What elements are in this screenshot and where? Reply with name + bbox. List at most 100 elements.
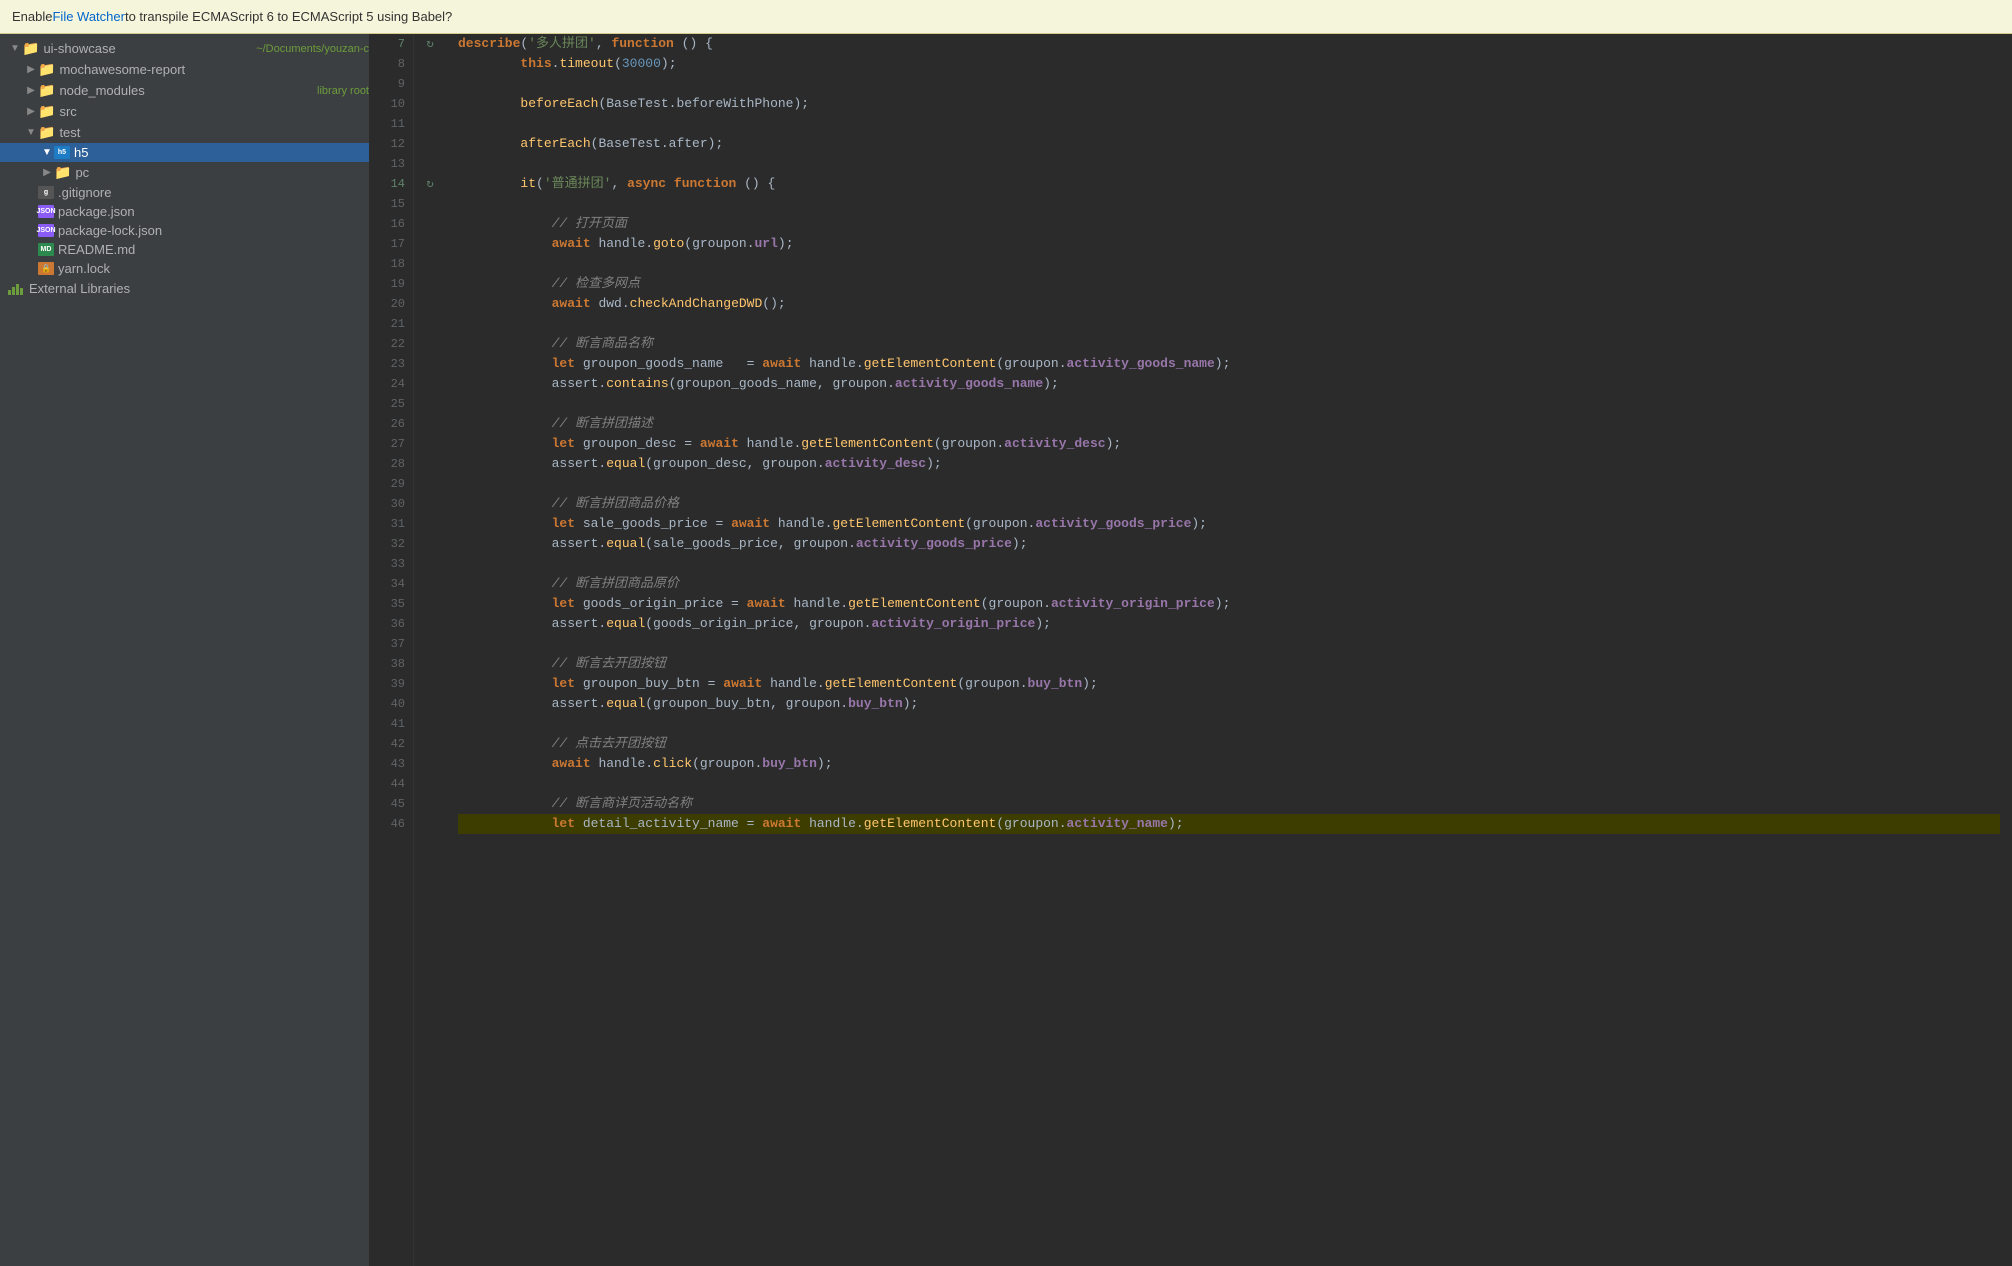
sidebar-item-pc[interactable]: 📁 pc [0,162,369,183]
code-line-21 [458,314,2000,334]
sidebar-item-label: package-lock.json [58,223,369,238]
gutter-empty-12 [414,134,446,154]
gutter-empty-30 [414,494,446,514]
code-line-36: assert.equal(goods_origin_price, groupon… [458,614,2000,634]
line-numbers: 7 8 9 10 11 12 13 14 15 16 17 18 19 20 2… [370,34,414,1266]
line-num-9: 9 [374,74,405,94]
code-line-31: let sale_goods_price = await handle.getE… [458,514,2000,534]
line-num-27: 27 [374,434,405,454]
file-watcher-link[interactable]: File Watcher [52,9,124,24]
code-line-37 [458,634,2000,654]
code-line-29 [458,474,2000,494]
code-line-9 [458,74,2000,94]
gutter-empty-42 [414,734,446,754]
line-num-33: 33 [374,554,405,574]
code-line-35: let goods_origin_price = await handle.ge… [458,594,2000,614]
bars-icon [8,282,23,295]
notification-text-pre: Enable [12,9,52,24]
sidebar-item-package-lock-json[interactable]: JSON package-lock.json [0,221,369,240]
sidebar-item-test[interactable]: 📁 test [0,122,369,143]
code-line-25 [458,394,2000,414]
sidebar-item-mochawesome[interactable]: 📁 mochawesome-report [0,59,369,80]
code-line-15 [458,194,2000,214]
gutter-run-7[interactable]: ↻ [414,34,446,54]
gutter-empty-8 [414,54,446,74]
gutter-empty-46 [414,814,446,834]
sidebar-item-label: pc [75,165,369,180]
gutter-empty-25 [414,394,446,414]
main-layout: 📁 ui-showcase ~/Documents/youzan-c 📁 moc… [0,34,2012,1266]
sidebar-item-h5[interactable]: h5 h5 [0,143,369,162]
code-line-43: await handle.click(groupon.buy_btn); [458,754,2000,774]
code-line-22: // 断言商品名称 [458,334,2000,354]
code-line-26: // 断言拼团描述 [458,414,2000,434]
line-num-41: 41 [374,714,405,734]
tree-arrow-closed [24,106,38,117]
line-num-21: 21 [374,314,405,334]
code-line-18 [458,254,2000,274]
gutter-area: ↻ ↻ [414,34,446,1266]
code-line-16: // 打开页面 [458,214,2000,234]
code-line-7: describe('多人拼团', function () { [458,34,2000,54]
line-num-35: 35 [374,594,405,614]
external-libraries-label: External Libraries [29,281,130,296]
sidebar-item-gitignore[interactable]: g .gitignore [0,183,369,202]
code-line-30: // 断言拼团商品价格 [458,494,2000,514]
sidebar-item-node-modules[interactable]: 📁 node_modules library root [0,80,369,101]
line-num-10: 10 [374,94,405,114]
code-line-38: // 断言去开团按钮 [458,654,2000,674]
gutter-empty-15 [414,194,446,214]
line-num-28: 28 [374,454,405,474]
sidebar-item-package-json[interactable]: JSON package.json [0,202,369,221]
line-num-39: 39 [374,674,405,694]
file-tree-sidebar: 📁 ui-showcase ~/Documents/youzan-c 📁 moc… [0,34,370,1266]
folder-open-icon: 📁 [22,40,39,57]
sidebar-item-label: ui-showcase [43,41,250,56]
folder-icon: 📁 [38,103,55,120]
line-num-40: 40 [374,694,405,714]
sidebar-item-label: mochawesome-report [59,62,369,77]
sidebar-item-label: h5 [74,145,369,160]
line-num-15: 15 [374,194,405,214]
code-line-12: afterEach(BaseTest.after); [458,134,2000,154]
folder-icon: 📁 [38,82,55,99]
code-line-33 [458,554,2000,574]
sidebar-item-ui-showcase[interactable]: 📁 ui-showcase ~/Documents/youzan-c [0,38,369,59]
line-num-32: 32 [374,534,405,554]
gutter-empty-19 [414,274,446,294]
tree-arrow-closed [24,64,38,75]
gutter-empty-26 [414,414,446,434]
gutter-empty-11 [414,114,446,134]
gutter-run-14[interactable]: ↻ [414,174,446,194]
line-num-24: 24 [374,374,405,394]
sidebar-item-readme[interactable]: MD README.md [0,240,369,259]
code-line-20: await dwd.checkAndChangeDWD(); [458,294,2000,314]
code-line-17: await handle.goto(groupon.url); [458,234,2000,254]
line-num-8: 8 [374,54,405,74]
folder-icon: 📁 [54,164,71,181]
code-line-41 [458,714,2000,734]
sidebar-item-label: src [59,104,369,119]
line-num-43: 43 [374,754,405,774]
md-icon: MD [38,243,54,256]
gutter-empty-29 [414,474,446,494]
code-line-28: assert.equal(groupon_desc, groupon.activ… [458,454,2000,474]
folder-icon: 📁 [38,61,55,78]
line-num-45: 45 [374,794,405,814]
gutter-empty-39 [414,674,446,694]
line-num-14: 14 [374,174,405,194]
gutter-empty-38 [414,654,446,674]
line-num-34: 34 [374,574,405,594]
code-line-11 [458,114,2000,134]
line-num-42: 42 [374,734,405,754]
sidebar-item-src[interactable]: 📁 src [0,101,369,122]
sidebar-item-yarn-lock[interactable]: 🔒 yarn.lock [0,259,369,278]
tree-arrow-closed [24,85,38,96]
sidebar-item-label: node_modules [59,83,311,98]
line-num-25: 25 [374,394,405,414]
line-num-29: 29 [374,474,405,494]
sidebar-item-external-libraries[interactable]: External Libraries [0,278,369,299]
sidebar-item-label: .gitignore [58,185,369,200]
tree-arrow-open [40,147,54,158]
folder-open-icon: 📁 [38,124,55,141]
